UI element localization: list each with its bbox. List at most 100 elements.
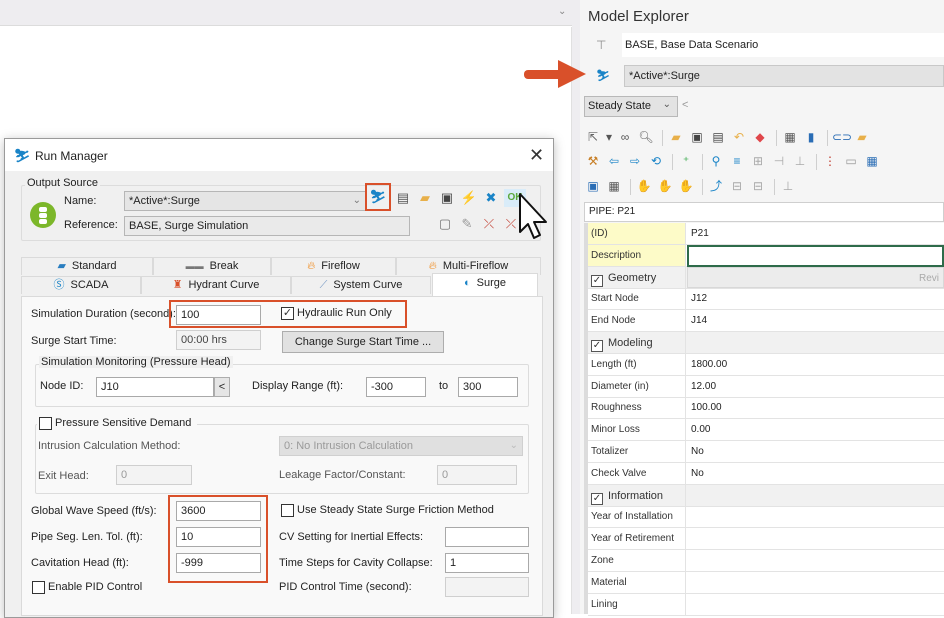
- new-icon[interactable]: ▢: [436, 215, 454, 233]
- property-value[interactable]: No: [687, 441, 944, 462]
- property-value[interactable]: [687, 550, 944, 571]
- property-row[interactable]: Year of Retirement: [588, 528, 944, 551]
- pane-splitter[interactable]: [572, 0, 580, 614]
- clear-results-icon[interactable]: ✖: [482, 189, 500, 207]
- property-value[interactable]: 100.00: [687, 397, 944, 418]
- sim-duration-input[interactable]: 100: [176, 305, 261, 325]
- tab-surge[interactable]: ◐ Surge: [432, 273, 538, 297]
- flask-icon[interactable]: ⊥: [791, 152, 809, 170]
- property-value[interactable]: P21: [687, 223, 944, 244]
- property-row[interactable]: Start Node J12: [588, 288, 944, 311]
- eraser-icon[interactable]: ◆: [751, 128, 769, 146]
- cavity-collapse-input[interactable]: 1: [445, 553, 529, 573]
- property-row[interactable]: Totalizer No: [588, 441, 944, 463]
- change-start-time-button[interactable]: Change Surge Start Time ...: [282, 331, 444, 353]
- property-value[interactable]: 1800.00: [687, 354, 944, 375]
- back-button[interactable]: <: [682, 99, 688, 111]
- property-row[interactable]: Roughness 100.00: [588, 397, 944, 420]
- sliders-icon[interactable]: ≡: [728, 152, 746, 170]
- tab-scada[interactable]: Ⓢ SCADA: [21, 276, 141, 294]
- edit-icon[interactable]: ✎: [458, 215, 476, 233]
- property-row[interactable]: Year of Installation: [588, 506, 944, 529]
- range-to-input[interactable]: 300: [458, 377, 518, 397]
- save-icon[interactable]: ▤: [709, 128, 727, 146]
- property-row[interactable]: Zone: [588, 550, 944, 572]
- hammer-icon[interactable]: ⚒: [584, 152, 602, 170]
- zoom-icon[interactable]: 🔍︎: [637, 128, 655, 146]
- category-checkbox[interactable]: ✓: [591, 492, 603, 505]
- open-folder-icon[interactable]: ▰: [667, 128, 685, 146]
- pipe-icon[interactable]: ⊣: [770, 152, 788, 170]
- delete-icon[interactable]: ⤫: [480, 215, 498, 233]
- tab-break[interactable]: ▬▬ Break: [153, 257, 271, 275]
- property-row[interactable]: ✓ Information: [588, 484, 944, 507]
- legend-icon[interactable]: ⋮: [821, 152, 839, 170]
- property-row[interactable]: ✓ Modeling: [588, 332, 944, 354]
- category-checkbox[interactable]: ✓: [591, 274, 603, 287]
- property-value[interactable]: [687, 506, 944, 527]
- property-row[interactable]: (ID) P21: [588, 223, 944, 245]
- wave-speed-input[interactable]: 3600: [176, 501, 261, 521]
- property-row[interactable]: ✓ Geometry Revi: [588, 266, 944, 289]
- report-icon[interactable]: ▤: [394, 189, 412, 207]
- graph-window-icon[interactable]: ▰: [853, 128, 871, 146]
- range-from-input[interactable]: -300: [366, 377, 426, 397]
- cavitation-input[interactable]: -999: [176, 553, 261, 573]
- property-value[interactable]: 0.00: [687, 419, 944, 440]
- tab-system-curve[interactable]: ⟋ System Curve: [291, 276, 431, 294]
- select-arrow-icon[interactable]: ⇱: [584, 128, 602, 146]
- tank-icon[interactable]: ⊥: [779, 177, 797, 195]
- forward-arrow-icon[interactable]: ⇨: [626, 152, 644, 170]
- pipe-seg-input[interactable]: 10: [176, 527, 261, 547]
- time-mode-dropdown[interactable]: Steady State ⌄: [584, 96, 678, 117]
- run-icon[interactable]: ⛷: [365, 183, 391, 211]
- output-name-dropdown[interactable]: *Active*:Surge ⌄: [124, 191, 366, 211]
- save-icon[interactable]: ▣: [438, 189, 456, 207]
- compute-icon[interactable]: ⚡: [460, 189, 478, 207]
- tab-fireflow[interactable]: 🔥︎ Fireflow: [271, 257, 396, 275]
- close-icon[interactable]: ✕: [529, 145, 544, 166]
- property-value[interactable]: 12.00: [687, 376, 944, 397]
- add-id-icon[interactable]: ⁺: [677, 152, 695, 170]
- chevron-down-icon[interactable]: ⌄: [558, 6, 566, 17]
- reference-field[interactable]: BASE, Surge Simulation: [124, 216, 410, 236]
- property-value[interactable]: [687, 485, 944, 506]
- chain-link-icon[interactable]: ⊂⊃: [832, 128, 852, 146]
- cv-setting-input[interactable]: [445, 527, 529, 547]
- pick-node-button[interactable]: <: [214, 377, 230, 397]
- property-row[interactable]: Lining: [588, 593, 944, 616]
- property-value[interactable]: Revi: [687, 266, 944, 288]
- network-icon[interactable]: ⊞: [749, 152, 767, 170]
- pid-checkbox[interactable]: [32, 581, 45, 594]
- node-id-input[interactable]: J10: [96, 377, 214, 397]
- steady-friction-checkbox[interactable]: [281, 504, 294, 517]
- property-row[interactable]: Description: [588, 244, 944, 267]
- property-row[interactable]: End Node J14: [588, 310, 944, 333]
- faucet-icon[interactable]: ⚲: [707, 152, 725, 170]
- open-folder-icon[interactable]: ▰: [416, 189, 434, 207]
- table-icon[interactable]: ▦: [863, 152, 881, 170]
- property-row[interactable]: Diameter (in) 12.00: [588, 375, 944, 398]
- property-value[interactable]: [687, 244, 944, 267]
- reconnect-icon[interactable]: ⤴: [707, 177, 725, 195]
- chart-icon[interactable]: ▮: [802, 128, 820, 146]
- property-row[interactable]: Length (ft) 1800.00: [588, 353, 944, 376]
- property-value[interactable]: [687, 594, 944, 615]
- calculator-icon[interactable]: ▦: [605, 177, 623, 195]
- hydraulic-only-checkbox[interactable]: ✓: [281, 307, 294, 320]
- link-icon[interactable]: ∞: [616, 128, 634, 146]
- property-row[interactable]: Check Valve No: [588, 462, 944, 485]
- property-value[interactable]: J14: [687, 310, 944, 331]
- history-icon[interactable]: ⟲: [647, 152, 665, 170]
- layer-icon[interactable]: ▭: [842, 152, 860, 170]
- pressure-sensitive-checkbox[interactable]: [39, 417, 52, 430]
- tab-hydrant-curve[interactable]: ♜ Hydrant Curve: [141, 276, 291, 294]
- split-icon[interactable]: ⊟: [728, 177, 746, 195]
- property-value[interactable]: [687, 572, 944, 593]
- property-value[interactable]: J12: [687, 288, 944, 309]
- back-arrow-icon[interactable]: ⇦: [605, 152, 623, 170]
- merge-icon[interactable]: ⊟: [749, 177, 767, 195]
- save-as-icon[interactable]: ▣: [688, 128, 706, 146]
- property-value[interactable]: No: [687, 463, 944, 484]
- property-value[interactable]: [687, 528, 944, 549]
